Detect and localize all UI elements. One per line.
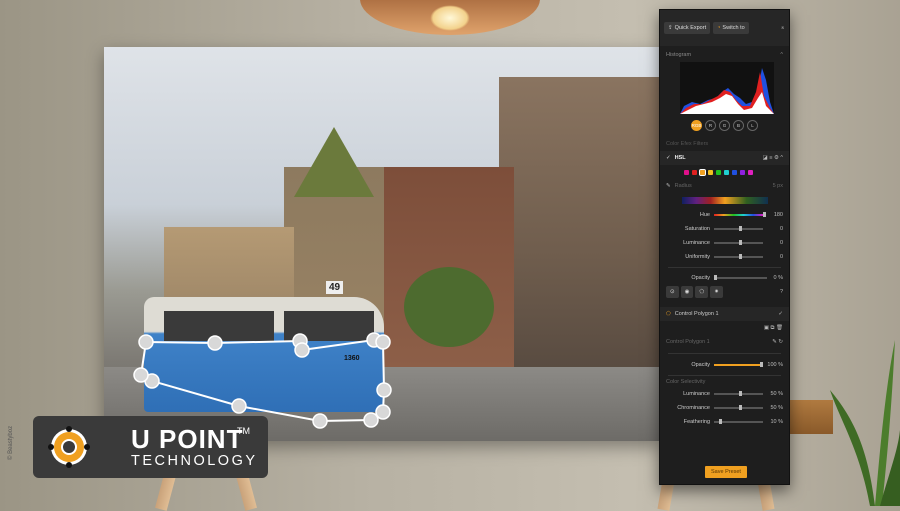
luminance-value: 0 [779,240,783,246]
settings-icon[interactable]: ◪ ≡ ⚙ ^ [762,155,783,161]
luminance-slider[interactable] [714,391,763,396]
polygon-handle[interactable] [376,382,392,398]
opacity-label: Opacity [691,275,710,281]
channel-selector: RGB R G B L [660,120,789,131]
luminance-label: Luminance [683,391,710,397]
radius-value: 5 px [772,183,783,189]
opacity-value: 0 % [773,275,783,281]
wooden-shelf [783,400,833,434]
hsl-title: HSL [674,155,686,161]
mask-icon[interactable]: ▣ ⧉ 🗑 [764,325,783,332]
hue-label: Hue [699,212,710,218]
photo-canvas[interactable]: 49 1360 [104,47,660,441]
color-swatch[interactable] [699,168,706,176]
chrominance-label: Chrominance [677,405,710,411]
upoint-logo: U POINT TM TECHNOLOGY [33,416,268,478]
filter-panel: ⇪ Quick Export ◔ Switch to ⌅ Histogram ^ RG… [659,9,790,485]
color-swatch[interactable] [732,169,737,175]
control-polygon-item[interactable]: Control Polygon 1 [675,311,719,317]
color-efex-filters: Color Efex Filters [666,141,709,147]
polygon-icon: ⬠ [666,311,671,317]
control-polygon[interactable] [104,47,660,441]
collapse-icon[interactable]: ⌅ [780,25,785,31]
quick-export-button[interactable]: ⇪ Quick Export [664,22,711,34]
polygon-handle[interactable] [133,367,149,383]
logo-tm: TM [237,426,250,436]
brush-tool-icon[interactable]: ◉ [680,286,694,298]
channel-rgb[interactable]: RGB [691,120,702,131]
saturation-label: Saturation [684,226,710,232]
luminance-label: Luminance [683,240,710,246]
cp-opacity-slider[interactable] [714,362,763,367]
channel-r[interactable]: R [705,120,716,131]
app-ring-icon: ◔ [717,25,721,31]
hue-range-bar[interactable] [682,197,768,204]
polygon-handle[interactable] [231,398,247,414]
feathering-slider[interactable] [714,419,763,424]
cp-opacity-label: Opacity [691,362,710,368]
channel-b[interactable]: B [733,120,744,131]
color-selectivity-title: Color Selectivity [666,379,706,385]
uniformity-label: Uniformity [685,254,710,260]
feathering-label: Feathering [683,419,710,425]
polygon-tool-icon[interactable]: ⬠ [695,286,709,298]
polygon-handle[interactable] [294,342,310,358]
chrominance-value: 50 % [770,405,783,411]
save-preset-button[interactable]: Save Preset [705,466,747,478]
channel-g[interactable]: G [719,120,730,131]
cp-opacity-value: 100 % [767,362,783,368]
color-swatches [660,165,789,179]
hue-value: 180 [773,212,783,218]
switch-to-button[interactable]: ◔ Switch to [713,22,749,34]
color-swatch[interactable] [724,169,729,175]
color-swatch[interactable] [708,169,713,175]
chrominance-slider[interactable] [714,405,763,410]
upoint-ring-icon [48,426,90,468]
control-polygon-title: Control Polygon 1 [666,339,710,345]
plant [830,340,900,506]
color-swatch[interactable] [716,169,721,175]
feathering-value: 10 % [770,419,783,425]
polygon-handle[interactable] [312,413,328,429]
luminance-value: 50 % [770,391,783,397]
ceiling-lamp [360,0,540,35]
gradient-tool-icon[interactable]: ✷ [710,286,723,298]
visible-checkbox[interactable]: ✓ [778,311,783,317]
logo-line2: TECHNOLOGY [131,453,258,469]
polygon-handle[interactable] [375,334,391,350]
switch-to-label: Switch to [722,25,745,31]
polygon-handle[interactable] [138,334,154,350]
color-swatch[interactable] [740,169,745,175]
export-icon: ⇪ [668,25,673,31]
quick-export-label: Quick Export [674,25,707,31]
color-swatch[interactable] [692,169,697,175]
saturation-value: 0 [779,226,783,232]
uniformity-value: 0 [779,254,783,260]
color-swatch[interactable] [748,169,753,175]
eyedropper-icon[interactable]: ✎ [666,183,671,189]
photo-credit: © Beastyboz [8,425,14,460]
hue-slider[interactable] [714,212,766,217]
radius-label: Radius [674,183,692,189]
polygon-handle[interactable] [207,335,223,351]
reset-icon[interactable]: ✎ ↻ [772,339,783,345]
point-tool-icon[interactable]: ⊙ [666,286,679,298]
luminance-slider[interactable] [714,240,763,245]
logo-line1: U POINT [131,424,244,454]
histogram [680,62,774,114]
chevron-up-icon[interactable]: ^ [780,52,783,58]
help-icon[interactable]: ? [780,289,783,295]
opacity-slider[interactable] [714,275,767,280]
hsl-checkbox[interactable]: ✓ [666,155,671,161]
channel-l[interactable]: L [747,120,758,131]
histogram-title: Histogram [666,52,692,58]
uniformity-slider[interactable] [714,254,763,259]
color-swatch[interactable] [684,169,689,175]
polygon-handle[interactable] [363,412,379,428]
saturation-slider[interactable] [714,226,763,231]
